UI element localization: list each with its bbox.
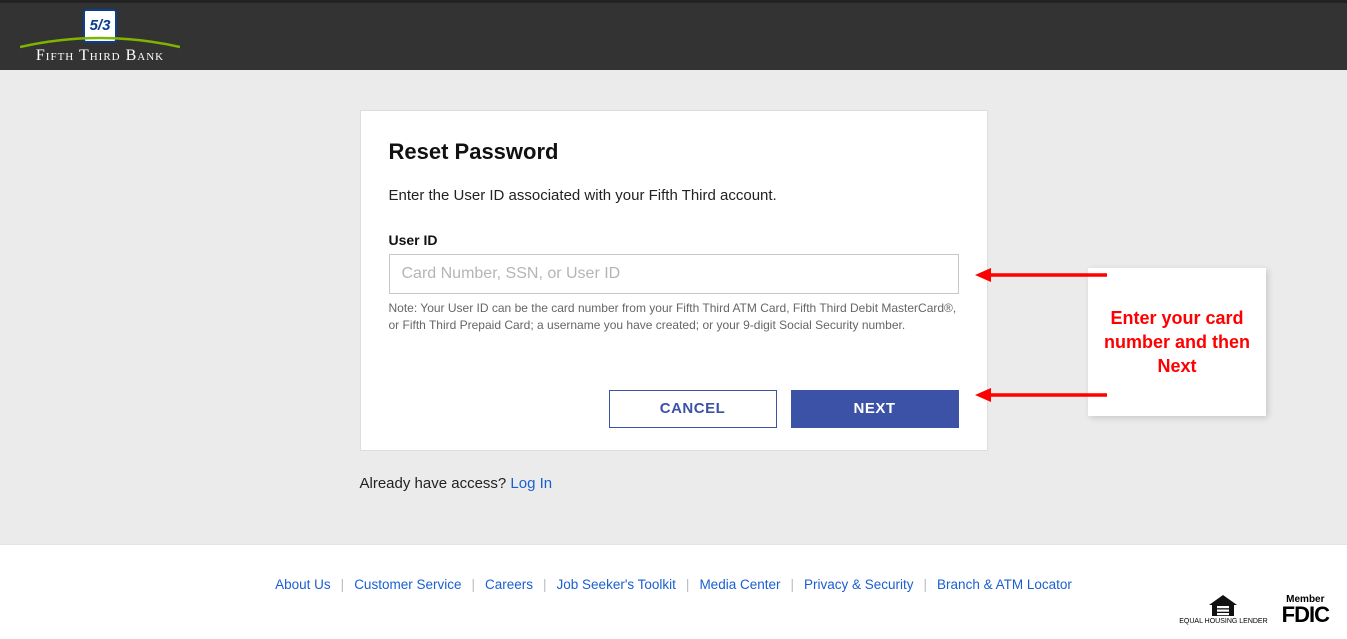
button-row: CANCEL NEXT [389,390,959,428]
lender-text: EQUAL HOUSING LENDER [1179,618,1267,625]
footer-link-privacy[interactable]: Privacy & Security [804,577,914,592]
field-note: Note: Your User ID can be the card numbe… [389,300,959,334]
fdic-badge: Member FDIC [1282,594,1329,625]
cancel-button[interactable]: CANCEL [609,390,777,428]
card-instruction: Enter the User ID associated with your F… [389,187,959,204]
annotation-text: Enter your card number and then Next [1098,306,1256,379]
bank-logo[interactable]: 5/3 Fifth Third Bank [20,9,180,65]
footer-badges: EQUAL HOUSING LENDER Member FDIC [1179,594,1329,625]
footer-links: About Us| Customer Service| Careers| Job… [0,545,1347,592]
footer-link-media[interactable]: Media Center [699,577,780,592]
login-link[interactable]: Log In [510,475,552,492]
footer-link-about[interactable]: About Us [275,577,331,592]
user-id-label: User ID [389,232,959,248]
user-id-input[interactable] [389,254,959,294]
fdic-text: FDIC [1282,605,1329,625]
reset-password-card: Reset Password Enter the User ID associa… [360,110,988,451]
annotation-callout: Enter your card number and then Next [1088,268,1266,416]
house-icon [1208,595,1238,617]
footer-link-careers[interactable]: Careers [485,577,533,592]
footer-link-job-seekers[interactable]: Job Seeker's Toolkit [557,577,676,592]
footer: About Us| Customer Service| Careers| Job… [0,544,1347,639]
equal-housing-badge: EQUAL HOUSING LENDER [1179,595,1267,625]
card-title: Reset Password [389,139,959,165]
footer-link-branch[interactable]: Branch & ATM Locator [937,577,1072,592]
footer-link-customer-service[interactable]: Customer Service [354,577,461,592]
below-card: Already have access? Log In [360,475,988,492]
header: 5/3 Fifth Third Bank [0,0,1347,70]
next-button[interactable]: NEXT [791,390,959,428]
logo-swoosh-icon [20,35,180,51]
already-text: Already have access? [360,475,511,492]
